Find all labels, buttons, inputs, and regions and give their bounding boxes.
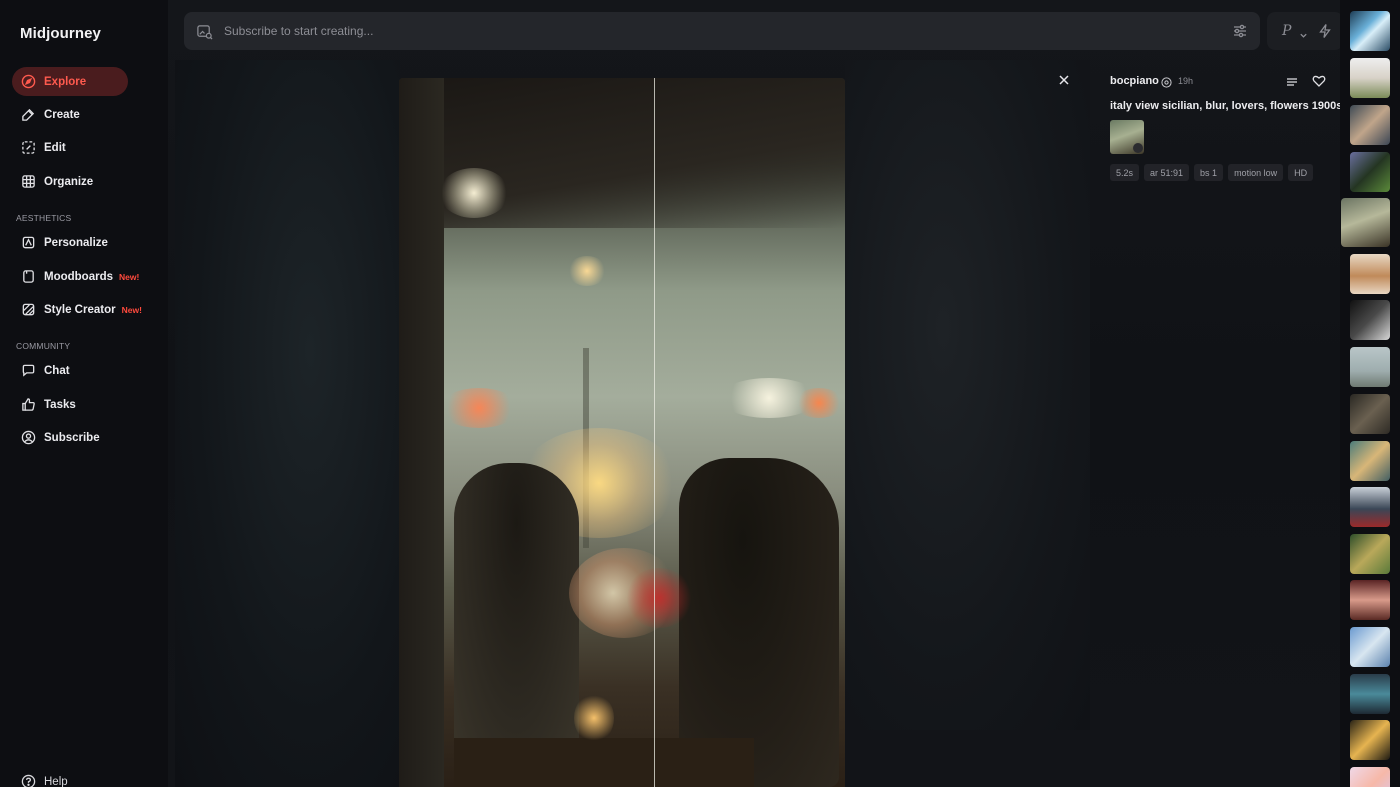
personalization-toggle[interactable]: P (1267, 12, 1343, 50)
thumbnail[interactable] (1350, 300, 1390, 340)
thumbnail[interactable] (1350, 394, 1390, 434)
profile-badge-icon (1161, 75, 1172, 88)
thumbnail[interactable] (1350, 580, 1390, 620)
search-bar[interactable]: Subscribe to start creating... (184, 12, 1260, 50)
background-blur-right (845, 60, 1090, 730)
thumbs-up-icon (21, 397, 36, 412)
sidebar-item-label: Tasks (44, 398, 76, 411)
thumbnail[interactable] (1350, 441, 1390, 481)
param-tag: 5.2s (1110, 164, 1140, 181)
user-circle-icon (21, 430, 36, 445)
style-creator-icon (21, 302, 36, 317)
author-username[interactable]: bocpiano (1110, 75, 1159, 87)
sidebar-item-label: Personalize (44, 236, 108, 249)
sidebar-item-label: Explore (44, 75, 87, 88)
moodboard-icon (21, 269, 36, 284)
parameter-tags: 5.2s ar 51:91 bs 1 motion low HD (1110, 164, 1314, 181)
filter-settings-icon[interactable] (1232, 23, 1248, 39)
photo-table (454, 738, 754, 787)
app-logo[interactable]: Midjourney (20, 25, 101, 42)
section-label-community: COMMUNITY (16, 341, 71, 351)
compass-icon (21, 74, 36, 89)
param-tag: HD (1288, 164, 1314, 181)
menu-icon[interactable] (1286, 75, 1298, 87)
sidebar-item-label: Subscribe (44, 431, 100, 444)
sidebar-item-edit[interactable]: Edit (12, 133, 128, 162)
sidebar-item-create[interactable]: Create (12, 100, 128, 129)
photo-left-wall (399, 78, 444, 787)
sidebar-item-label: Moodboards (44, 270, 113, 283)
thumbnail[interactable] (1350, 720, 1390, 760)
personalize-icon (21, 235, 36, 250)
sidebar-item-label: Edit (44, 141, 66, 154)
search-placeholder[interactable]: Subscribe to start creating... (224, 24, 373, 38)
sidebar-item-personalize[interactable]: Personalize (12, 228, 128, 257)
thumbnail[interactable] (1350, 534, 1390, 574)
sidebar-item-explore[interactable]: Explore (12, 67, 128, 96)
heart-icon[interactable] (1312, 74, 1326, 88)
new-badge: New! (119, 271, 140, 282)
thumbnail[interactable] (1350, 105, 1390, 145)
sidebar-item-label: Style Creator (44, 303, 116, 316)
image-search-icon[interactable] (196, 23, 213, 40)
thumbnail[interactable] (1350, 347, 1390, 387)
photo-light-2 (567, 256, 607, 286)
brush-icon (21, 107, 36, 122)
help-label: Help (44, 775, 68, 787)
thumbnail-strip (1340, 0, 1400, 787)
param-tag: ar 51:91 (1144, 164, 1190, 181)
personalize-letter: P (1282, 23, 1292, 39)
prompt-text[interactable]: italy view sicilian, blur, lovers, flowe… (1110, 100, 1342, 112)
sidebar-item-label: Organize (44, 175, 94, 188)
photo-red-flowers (624, 568, 694, 628)
sidebar-item-label: Create (44, 108, 80, 121)
close-icon[interactable] (1056, 72, 1072, 88)
thumbnail[interactable] (1350, 487, 1390, 527)
photo-light-5 (794, 388, 844, 418)
image-viewer[interactable] (399, 78, 845, 787)
sidebar-item-chat[interactable]: Chat (12, 356, 128, 385)
section-label-aesthetics: AESTHETICS (16, 213, 72, 223)
thumbnail-selected[interactable] (1341, 198, 1390, 247)
thumbnail[interactable] (1350, 58, 1390, 98)
compare-divider[interactable] (654, 78, 655, 787)
background-blur-left (175, 60, 400, 787)
sidebar-item-help[interactable]: Help (12, 774, 68, 787)
thumbnail[interactable] (1350, 152, 1390, 192)
chevron-down-icon[interactable] (1299, 27, 1308, 38)
photo-light-3 (439, 388, 519, 428)
sidebar: Midjourney Explore Create Edit Organize (0, 0, 168, 787)
chat-icon (21, 363, 36, 378)
grid-icon (21, 174, 36, 189)
param-tag: motion low (1228, 164, 1284, 181)
sidebar-item-subscribe[interactable]: Subscribe (12, 423, 128, 452)
sidebar-item-moodboards[interactable]: Moodboards New! (12, 262, 139, 291)
sidebar-item-style-creator[interactable]: Style Creator New! (12, 295, 152, 324)
help-icon (21, 774, 36, 787)
thumbnail[interactable] (1350, 11, 1390, 51)
sidebar-item-label: Chat (44, 364, 70, 377)
thumbnail[interactable] (1350, 254, 1390, 294)
thumbnail[interactable] (1350, 674, 1390, 714)
thumbnail[interactable] (1350, 767, 1390, 787)
app-root: Midjourney Explore Create Edit Organize (0, 0, 1400, 787)
photo-light-1 (439, 168, 509, 218)
sidebar-item-tasks[interactable]: Tasks (12, 390, 128, 419)
photo-candle (574, 693, 614, 743)
sidebar-item-organize[interactable]: Organize (12, 167, 128, 196)
lightning-icon[interactable] (1317, 23, 1333, 39)
reference-image-thumbnail[interactable] (1110, 120, 1144, 154)
photo-woman-silhouette (454, 463, 579, 763)
new-badge: New! (121, 304, 142, 315)
image-reference-icon (1133, 143, 1143, 153)
thumbnail[interactable] (1350, 627, 1390, 667)
post-time: 19h (1178, 76, 1194, 86)
param-tag: bs 1 (1194, 164, 1224, 181)
edit-frame-icon (21, 140, 36, 155)
